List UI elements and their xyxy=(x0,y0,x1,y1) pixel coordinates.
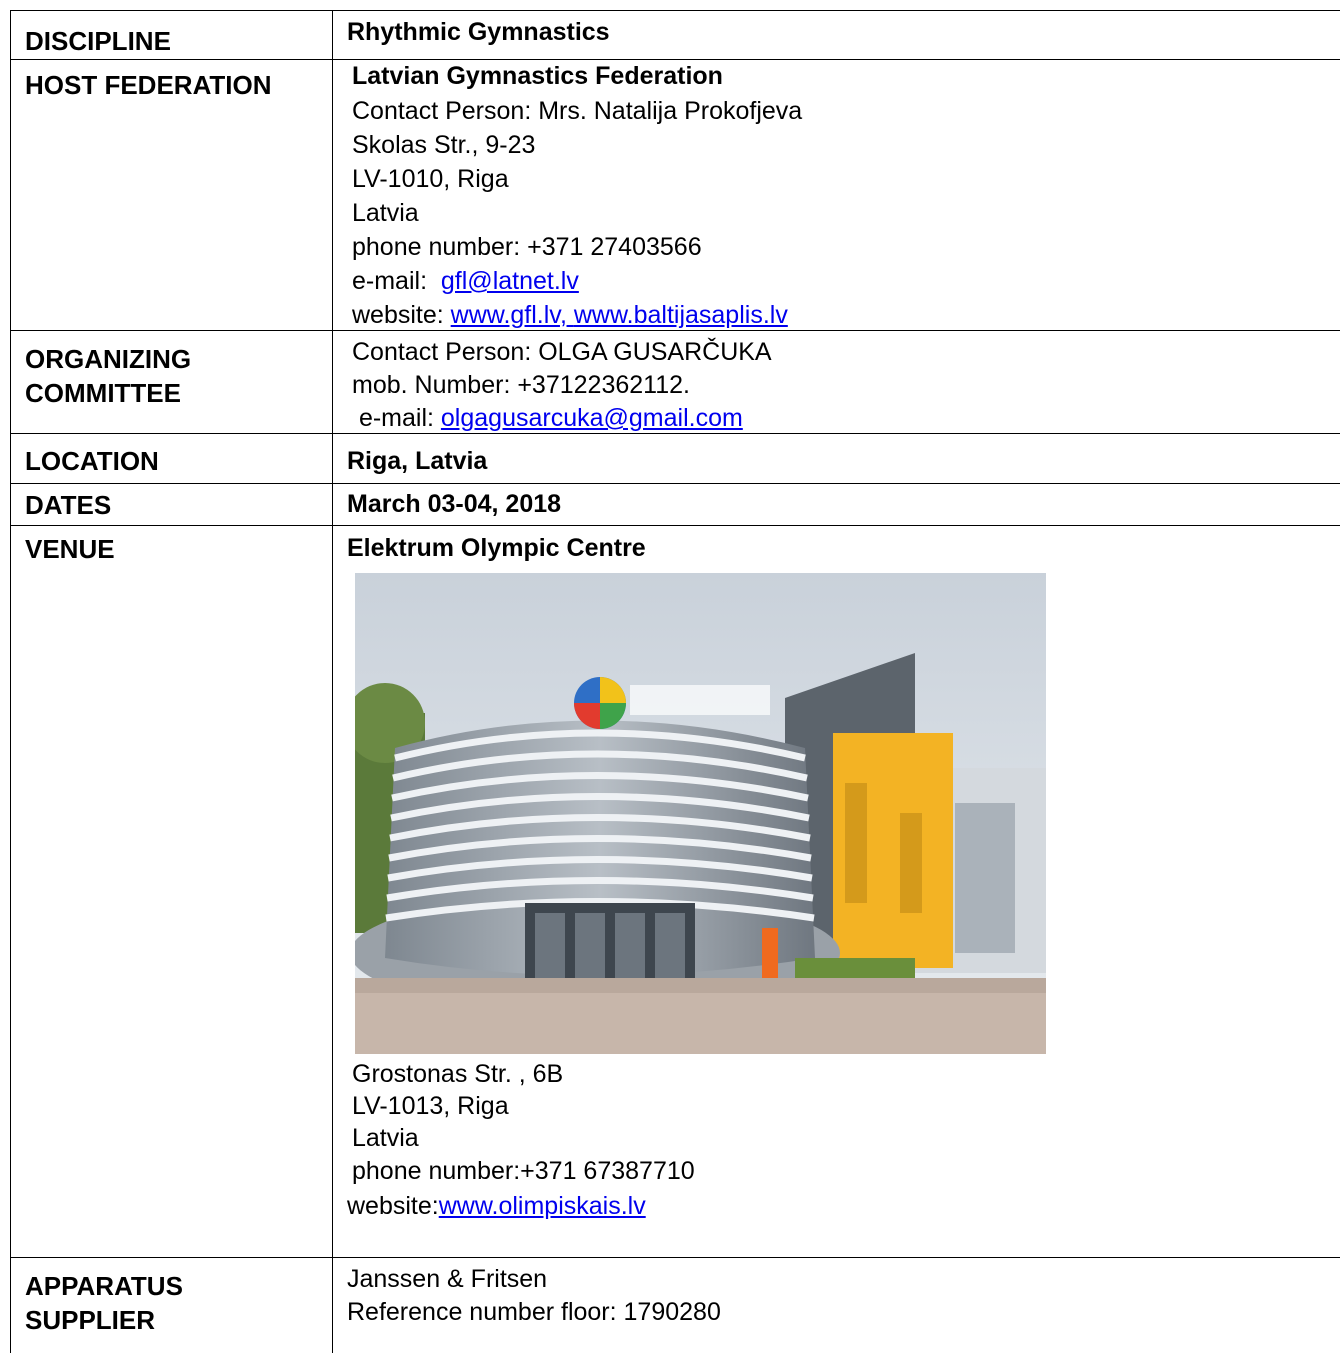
row-divider xyxy=(10,525,1340,526)
host-website-link-baltijasaplis[interactable]: www.baltijasaplis.lv xyxy=(574,301,788,329)
venue-street: Grostonas Str. , 6B xyxy=(352,1060,564,1088)
host-street: Skolas Str., 9-23 xyxy=(352,131,536,159)
host-country: Latvia xyxy=(352,199,419,227)
host-email-line: e-mail: gfl@latnet.lv xyxy=(352,265,579,298)
discipline-label: DISCIPLINE xyxy=(25,26,171,56)
venue-label: VENUE xyxy=(25,534,115,564)
dates-value: March 03-04, 2018 xyxy=(347,490,562,518)
venue-photo xyxy=(355,573,1046,1054)
apparatus-supplier-label-line1: APPARATUS xyxy=(25,1271,183,1301)
venue-country: Latvia xyxy=(352,1124,419,1152)
venue-website-line: website:www.olimpiskais.lv xyxy=(347,1190,646,1223)
venue-city: LV-1013, Riga xyxy=(352,1092,509,1120)
host-federation-name: Latvian Gymnastics Federation xyxy=(352,62,723,90)
row-divider xyxy=(10,1257,1340,1258)
host-website-link-gfl[interactable]: www.gfl.lv xyxy=(451,301,560,329)
venue-name: Elektrum Olympic Centre xyxy=(347,534,646,562)
host-website-line: website: www.gfl.lv, www.baltijasaplis.l… xyxy=(352,299,788,332)
host-city: LV-1010, Riga xyxy=(352,165,509,193)
organizing-committee-label-line1: ORGANIZING xyxy=(25,344,192,374)
host-federation-label: HOST FEDERATION xyxy=(25,70,272,100)
host-website-label: website: xyxy=(352,301,451,329)
venue-website-link[interactable]: www.olimpiskais.lv xyxy=(439,1192,646,1220)
host-website-separator: , xyxy=(559,301,574,329)
dates-label: DATES xyxy=(25,490,112,520)
host-phone: phone number: +371 27403566 xyxy=(352,233,702,261)
host-contact-person: Contact Person: Mrs. Natalija Prokofjeva xyxy=(352,97,803,125)
host-email-link[interactable]: gfl@latnet.lv xyxy=(441,267,579,295)
venue-website-label: website: xyxy=(347,1192,439,1220)
location-label: LOCATION xyxy=(25,446,159,476)
row-divider xyxy=(10,483,1340,484)
location-value: Riga, Latvia xyxy=(347,447,488,475)
venue-phone: phone number:+371 67387710 xyxy=(352,1157,695,1185)
discipline-value: Rhythmic Gymnastics xyxy=(347,18,610,46)
organizing-email-line: e-mail: olgagusarcuka@gmail.com xyxy=(352,402,743,435)
column-divider xyxy=(332,10,333,1353)
organizing-email-link[interactable]: olgagusarcuka@gmail.com xyxy=(441,404,743,432)
organizing-committee-label-line2: COMMITTEE xyxy=(25,378,181,408)
host-email-label: e-mail: xyxy=(352,267,441,295)
apparatus-reference-number: Reference number floor: 1790280 xyxy=(347,1298,721,1326)
row-divider xyxy=(10,10,1340,11)
apparatus-supplier-name: Janssen & Fritsen xyxy=(347,1265,548,1293)
organizing-mobile: mob. Number: +37122362112. xyxy=(352,371,690,399)
column-divider xyxy=(10,10,11,1353)
organizing-contact-person: Contact Person: OLGA GUSARČUKA xyxy=(352,338,772,366)
organizing-email-label: e-mail: xyxy=(352,404,441,432)
apparatus-supplier-label-line2: SUPPLIER xyxy=(25,1305,156,1335)
